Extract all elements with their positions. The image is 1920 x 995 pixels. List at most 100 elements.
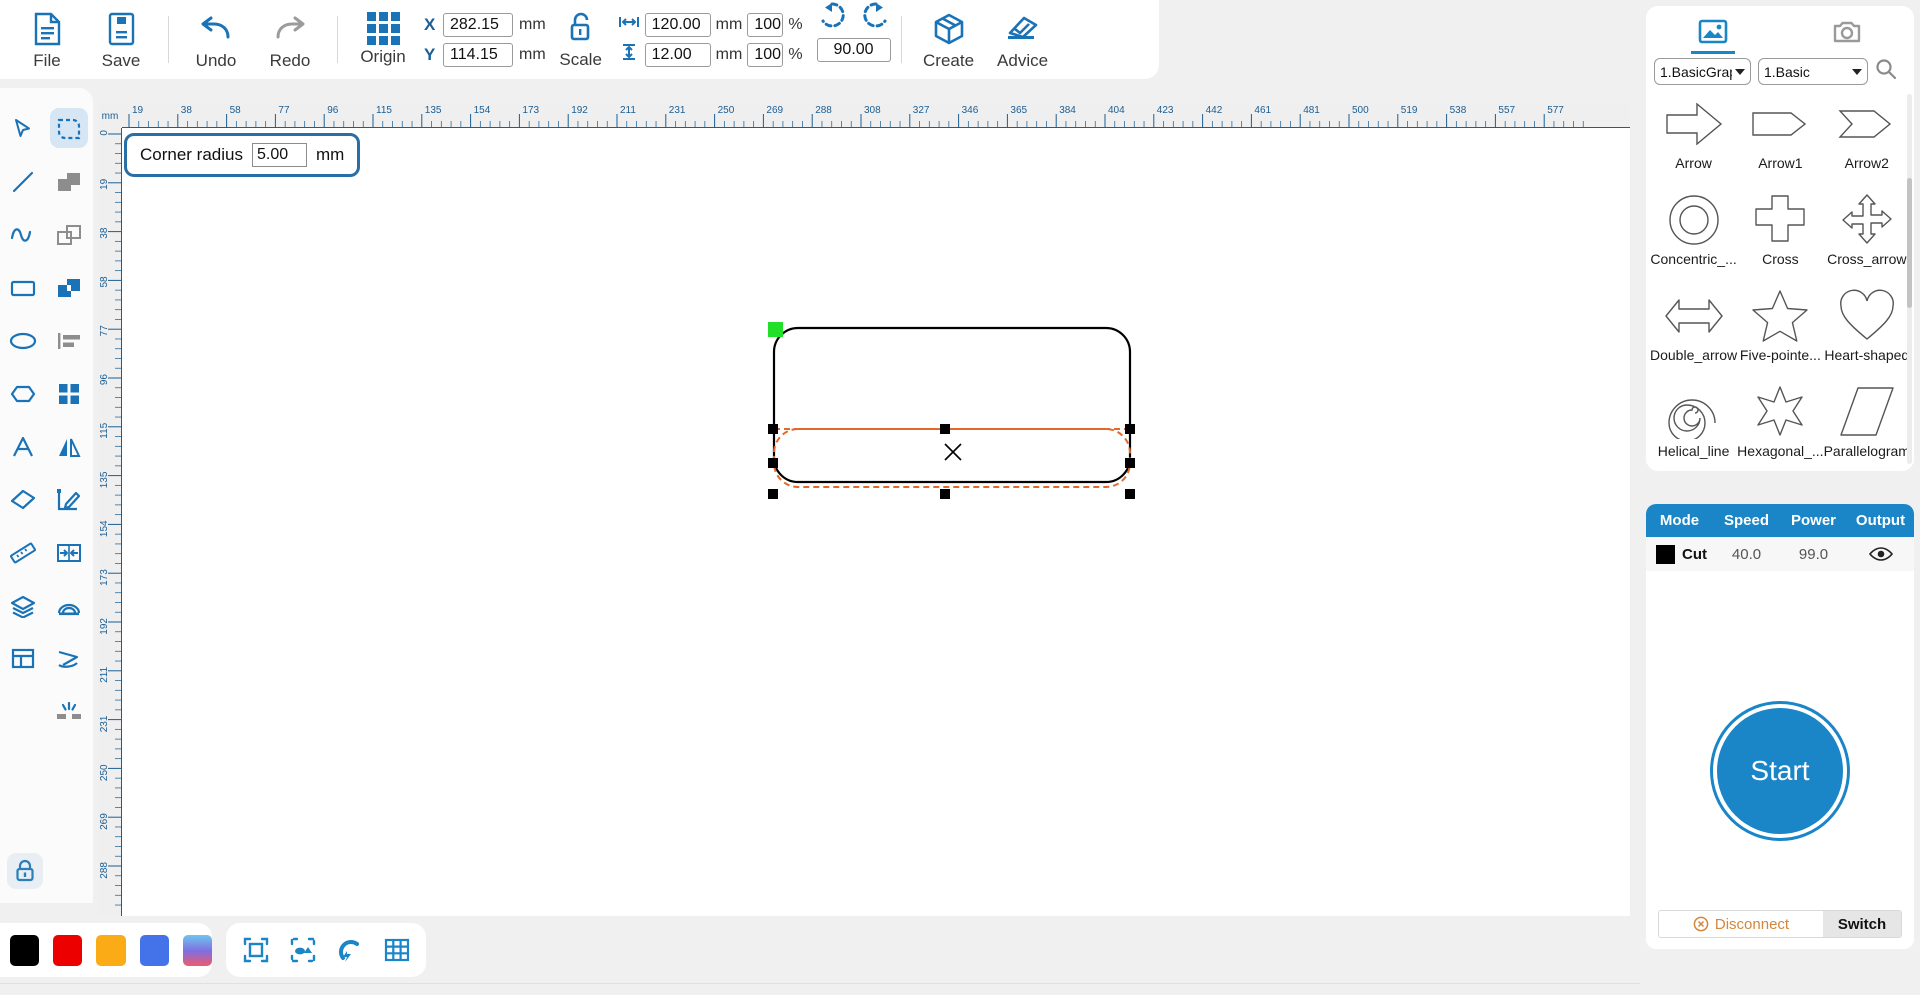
shape-item[interactable]: Heart-shaped (1824, 285, 1910, 381)
search-icon[interactable] (1875, 58, 1897, 85)
switch-button[interactable]: Switch (1823, 911, 1901, 937)
magnet-snap-button[interactable] (331, 931, 369, 969)
corner-radius-label: Corner radius (140, 145, 243, 164)
horizontal-ruler[interactable]: 19 38 58 77 96 115 135 154 173 192 211 231 250 269 288… (98, 104, 1630, 128)
layers-tool[interactable] (0, 579, 46, 632)
ruler-icon (10, 542, 36, 563)
origin-button[interactable]: Origin (348, 0, 418, 79)
frame-tool[interactable] (0, 632, 46, 685)
distribute-tool[interactable] (46, 367, 92, 420)
rectangle-tool[interactable] (0, 261, 46, 314)
undo-button[interactable]: Undo (179, 0, 253, 79)
rounded-rectangle-tool[interactable] (46, 102, 92, 155)
disconnect-label: Disconnect (1714, 915, 1790, 933)
node-edit-tool[interactable] (46, 473, 92, 526)
create-button[interactable]: Create (912, 0, 986, 79)
layer-panel: Mode Speed Power Output Cut 40.0 99.0 St… (1646, 504, 1914, 949)
width-input[interactable]: 120.00 (644, 12, 711, 37)
table-row[interactable]: Cut 40.0 99.0 (1646, 537, 1914, 571)
mirror-tool[interactable] (46, 420, 92, 473)
subcategory-dropdown[interactable]: 1.Basic (1758, 58, 1868, 85)
svg-text:115: 115 (99, 422, 110, 438)
shape-item[interactable]: Concentric_... (1650, 189, 1737, 285)
corner-radius-popup[interactable]: Corner radius mm (124, 133, 361, 177)
advice-icon (1004, 8, 1042, 50)
lock-button[interactable] (7, 853, 43, 889)
select-tool[interactable] (0, 102, 46, 155)
svg-text:19: 19 (132, 105, 144, 116)
rotate-right-icon[interactable] (861, 0, 891, 35)
x-position-input[interactable]: 282.15 (443, 12, 513, 37)
shape-item[interactable]: Cross_arrow (1824, 189, 1910, 285)
redo-button[interactable]: Redo (253, 0, 327, 79)
center-tool[interactable] (46, 526, 92, 579)
grid-icon (384, 938, 409, 962)
layer-output-toggle[interactable] (1847, 546, 1914, 562)
shape-item[interactable]: Helical_line (1650, 381, 1737, 465)
swatch-orange[interactable] (96, 934, 126, 966)
spiral-icon (1665, 381, 1723, 443)
shape-name: Arrow (1675, 155, 1712, 171)
layer-mode-cell[interactable]: Cut (1646, 544, 1713, 564)
width-percent-input[interactable]: 100 (747, 12, 784, 37)
corner-radius-input[interactable] (252, 143, 307, 167)
eraser-tool[interactable] (0, 473, 46, 526)
subtract-tool[interactable] (46, 208, 92, 261)
text-tool[interactable] (0, 420, 46, 473)
file-button[interactable]: File (10, 0, 84, 79)
measure-tool[interactable] (0, 526, 46, 579)
disconnect-button[interactable]: Disconnect (1659, 911, 1823, 937)
swatch-red[interactable] (53, 934, 83, 966)
shape-item[interactable]: Arrow (1650, 93, 1737, 189)
origin-handle (768, 322, 783, 337)
layer-speed-value[interactable]: 40.0 (1713, 546, 1780, 563)
camera-tab[interactable] (1780, 6, 1914, 58)
transform-tool[interactable] (46, 632, 92, 685)
design-canvas[interactable] (122, 128, 1630, 916)
rotate-left-icon[interactable] (817, 0, 847, 35)
union-tool[interactable] (46, 155, 92, 208)
save-button[interactable]: Save (84, 0, 158, 79)
rotation-group: 90.00 (816, 0, 891, 79)
offset-tool[interactable] (46, 579, 92, 632)
align-tool[interactable] (46, 314, 92, 367)
swatch-gradient[interactable] (182, 934, 213, 966)
start-label: Start (1750, 755, 1810, 786)
shape-item[interactable]: Cross (1737, 189, 1823, 285)
shape-item[interactable]: Arrow2 (1824, 93, 1910, 189)
select-objects-button[interactable] (284, 931, 322, 969)
height-percent-input[interactable]: 100 (747, 42, 784, 67)
curve-tool[interactable] (0, 208, 46, 261)
radius-preview-outline (773, 428, 1131, 488)
shape-item[interactable]: Arrow1 (1737, 93, 1823, 189)
height-input[interactable]: 12.00 (644, 42, 711, 67)
concentric-circles-icon (1665, 189, 1723, 251)
ellipse-tool[interactable] (0, 314, 46, 367)
swatch-blue[interactable] (139, 934, 169, 966)
rotation-input[interactable]: 90.00 (816, 38, 891, 62)
fit-to-frame-button[interactable] (237, 931, 275, 969)
polygon-tool[interactable] (0, 367, 46, 420)
line-tool[interactable] (0, 155, 46, 208)
scale-lock-button[interactable]: Scale (550, 0, 612, 79)
shape-item[interactable]: Five-pointe... (1737, 285, 1823, 381)
grid-button[interactable] (378, 931, 416, 969)
swatch-black[interactable] (10, 934, 40, 966)
engrave-tool[interactable] (46, 685, 92, 738)
shape-item[interactable]: Hexagonal_... (1737, 381, 1824, 465)
library-scrollbar[interactable] (1907, 94, 1912, 464)
unlock-icon (567, 10, 595, 49)
advice-button[interactable]: Advice (986, 0, 1060, 79)
vertical-ruler[interactable]: 0 19 38 58 77 96 115 135 154 173 192 211 231 250 269 28… (98, 104, 122, 916)
start-button[interactable]: Start (1710, 701, 1850, 841)
svg-text:308: 308 (864, 105, 881, 116)
shape-item[interactable]: Double_arrow (1650, 285, 1737, 381)
layer-power-value[interactable]: 99.0 (1780, 546, 1847, 563)
y-position-input[interactable]: 114.15 (443, 42, 513, 67)
image-library-tab[interactable] (1646, 6, 1780, 58)
layer-color-swatch[interactable] (1656, 544, 1675, 564)
toolbar-divider-2 (337, 16, 338, 63)
intersect-tool[interactable] (46, 261, 92, 314)
shape-item[interactable]: Parallelogram (1824, 381, 1910, 465)
category-dropdown[interactable]: 1.BasicGrap (1654, 58, 1751, 85)
